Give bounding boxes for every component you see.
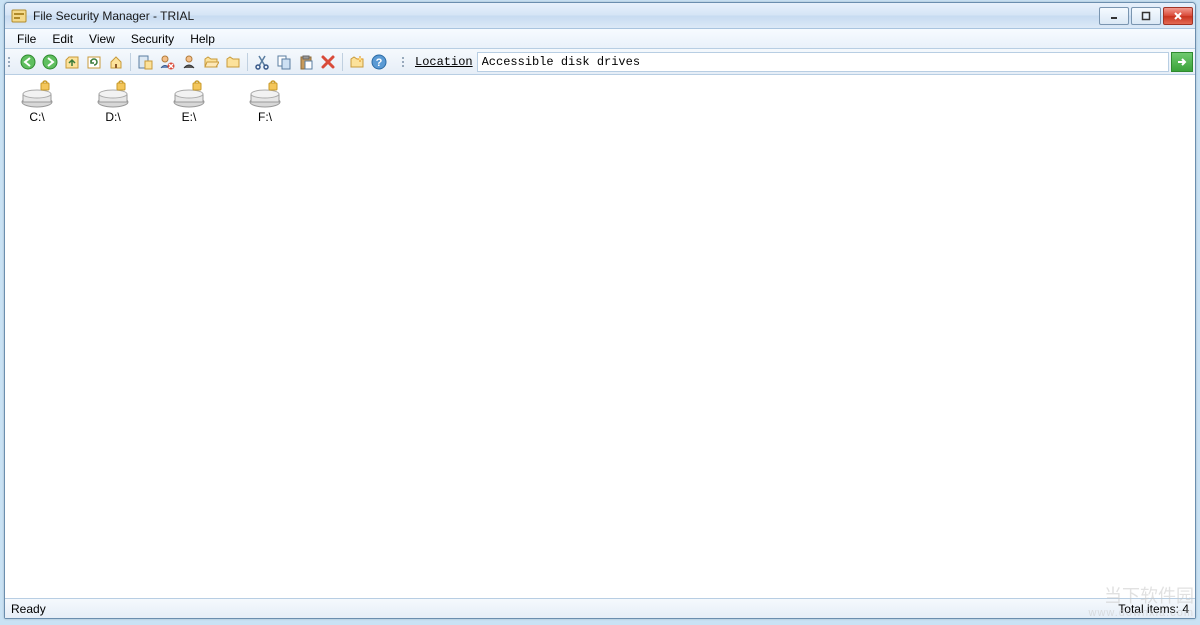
status-ready: Ready bbox=[11, 602, 1118, 616]
forward-icon bbox=[42, 54, 58, 70]
drive-icon bbox=[247, 80, 283, 108]
menu-view[interactable]: View bbox=[81, 30, 123, 48]
home-icon bbox=[108, 54, 124, 70]
paste-icon bbox=[298, 54, 314, 70]
menu-help[interactable]: Help bbox=[182, 30, 223, 48]
menu-edit[interactable]: Edit bbox=[44, 30, 81, 48]
toolbar-grip[interactable] bbox=[402, 53, 408, 71]
permissions-button[interactable] bbox=[134, 51, 156, 73]
menu-security[interactable]: Security bbox=[123, 30, 182, 48]
close-button[interactable] bbox=[1163, 7, 1193, 25]
deny-user-icon bbox=[159, 54, 175, 70]
location-bar: Location bbox=[396, 51, 1193, 73]
cut-icon bbox=[254, 54, 270, 70]
new-folder-button[interactable] bbox=[346, 51, 368, 73]
maximize-button[interactable] bbox=[1131, 7, 1161, 25]
copy-button[interactable] bbox=[273, 51, 295, 73]
menu-file[interactable]: File bbox=[9, 30, 44, 48]
app-window: File Security Manager - TRIAL File Edit … bbox=[4, 2, 1196, 619]
back-icon bbox=[20, 54, 36, 70]
toolbar-separator bbox=[247, 53, 248, 71]
statusbar: Ready Total items: 4 bbox=[5, 598, 1195, 618]
up-icon bbox=[64, 54, 80, 70]
drive-icon bbox=[95, 80, 131, 108]
drive-item[interactable]: D:\ bbox=[89, 80, 137, 124]
folder-button[interactable] bbox=[222, 51, 244, 73]
drive-label: E:\ bbox=[165, 110, 213, 124]
drive-item[interactable]: F:\ bbox=[241, 80, 289, 124]
drive-item[interactable]: C:\ bbox=[13, 80, 61, 124]
new-folder-icon bbox=[349, 54, 365, 70]
folder-open-button[interactable] bbox=[200, 51, 222, 73]
toolbar-grip[interactable] bbox=[8, 53, 14, 71]
minimize-button[interactable] bbox=[1099, 7, 1129, 25]
location-input[interactable] bbox=[477, 52, 1169, 72]
drive-label: F:\ bbox=[241, 110, 289, 124]
svg-text:?: ? bbox=[376, 57, 383, 69]
folder-open-icon bbox=[203, 54, 219, 70]
forward-button[interactable] bbox=[39, 51, 61, 73]
delete-icon bbox=[320, 54, 336, 70]
cut-button[interactable] bbox=[251, 51, 273, 73]
menubar: File Edit View Security Help bbox=[5, 29, 1195, 49]
back-button[interactable] bbox=[17, 51, 39, 73]
app-icon bbox=[11, 8, 27, 24]
go-button[interactable] bbox=[1171, 52, 1193, 72]
status-total: Total items: 4 bbox=[1118, 602, 1189, 616]
drive-icon bbox=[171, 80, 207, 108]
location-label: Location bbox=[411, 53, 477, 71]
refresh-button[interactable] bbox=[83, 51, 105, 73]
drive-label: C:\ bbox=[13, 110, 61, 124]
refresh-icon bbox=[86, 54, 102, 70]
help-button[interactable]: ? bbox=[368, 51, 390, 73]
toolbar-separator bbox=[130, 53, 131, 71]
deny-user-button[interactable] bbox=[156, 51, 178, 73]
permissions-icon bbox=[137, 54, 153, 70]
paste-button[interactable] bbox=[295, 51, 317, 73]
delete-button[interactable] bbox=[317, 51, 339, 73]
folder-icon bbox=[225, 54, 241, 70]
help-icon: ? bbox=[371, 54, 387, 70]
home-button[interactable] bbox=[105, 51, 127, 73]
window-title: File Security Manager - TRIAL bbox=[33, 9, 1099, 23]
window-controls bbox=[1099, 7, 1193, 25]
arrow-right-icon bbox=[1176, 56, 1188, 68]
toolbar-separator bbox=[342, 53, 343, 71]
drive-label: D:\ bbox=[89, 110, 137, 124]
user-icon bbox=[181, 54, 197, 70]
user-button[interactable] bbox=[178, 51, 200, 73]
copy-icon bbox=[276, 54, 292, 70]
up-button[interactable] bbox=[61, 51, 83, 73]
content-area[interactable]: C:\ D:\ bbox=[5, 75, 1195, 598]
drive-item[interactable]: E:\ bbox=[165, 80, 213, 124]
titlebar: File Security Manager - TRIAL bbox=[5, 3, 1195, 29]
toolbar: ? Location bbox=[5, 49, 1195, 75]
drive-icon bbox=[19, 80, 55, 108]
